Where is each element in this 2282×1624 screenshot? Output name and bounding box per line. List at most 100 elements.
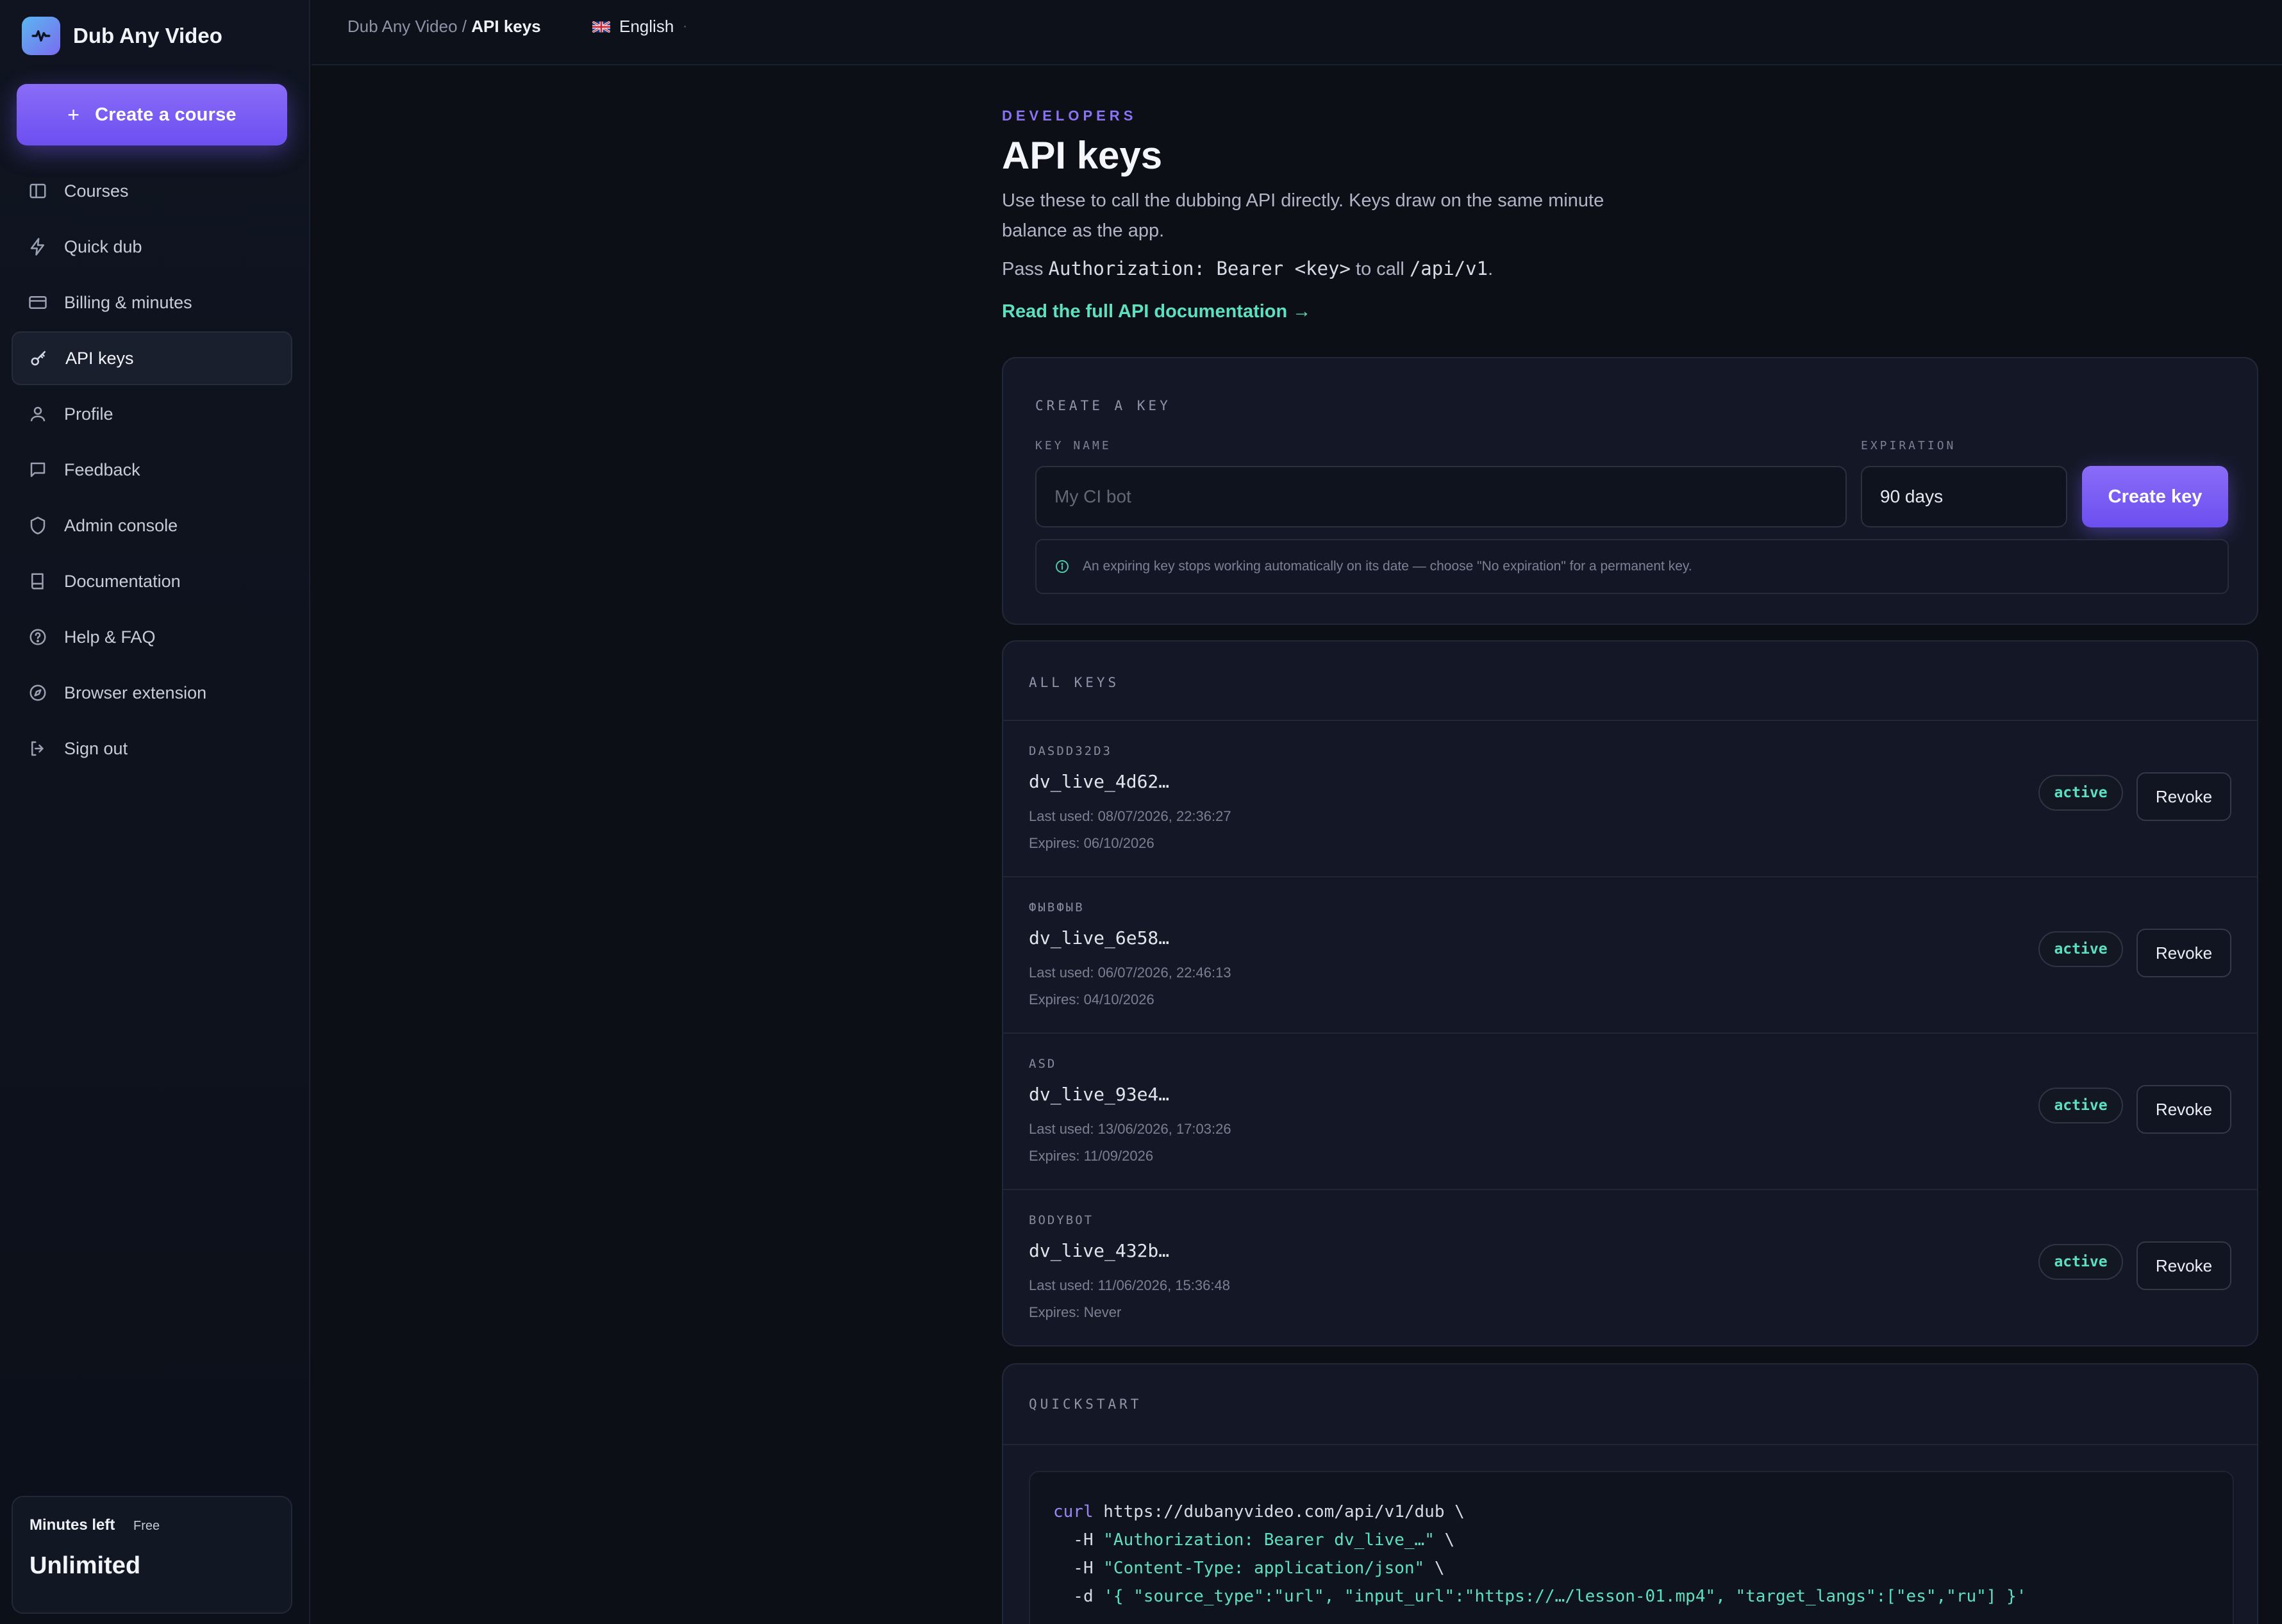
expiration-label: EXPIRATION <box>1861 439 1956 452</box>
key-prefix: dv_live_432b… <box>1029 1240 1170 1261</box>
expiration-select[interactable]: 90 days <box>1861 466 2067 527</box>
api-key-row: DASDD32D3 dv_live_4d62… Last used: 08/07… <box>1003 721 2257 877</box>
key-name: DASDD32D3 <box>1029 744 1112 758</box>
sidebar-item-label: Quick dub <box>64 236 142 256</box>
status-badge: active <box>2038 775 2123 811</box>
columns-icon <box>29 183 46 199</box>
sidebar-item-billing[interactable]: Billing & minutes <box>12 276 292 329</box>
sidebar-item-help[interactable]: Help & FAQ <box>12 610 292 664</box>
create-course-button[interactable]: + Create a course <box>17 84 287 145</box>
sidebar-item-label: Billing & minutes <box>64 292 192 312</box>
language-label: English <box>619 17 674 36</box>
sidebar-item-label: Profile <box>64 404 113 424</box>
pass-prefix: Pass <box>1002 259 1044 279</box>
shield-icon <box>30 517 46 534</box>
breadcrumb-root[interactable]: Dub Any Video <box>347 17 458 36</box>
sidebar-item-api-keys[interactable]: API keys <box>12 331 292 385</box>
key-name: ФЫВФЫВ <box>1029 900 1085 915</box>
pass-suffix: . <box>1488 259 1494 279</box>
api-key-row: ASD dv_live_93e4… Last used: 13/06/2026,… <box>1003 1034 2257 1190</box>
lightning-icon <box>30 238 44 256</box>
info-icon <box>1056 560 1069 573</box>
sidebar-item-label: Sign out <box>64 738 128 758</box>
code-text: https://dubanyvideo.com/api/v1/dub \ <box>1093 1502 1465 1521</box>
code-text: \ <box>1424 1559 1445 1578</box>
hint-text: An expiring key stops working automatica… <box>1083 559 1692 574</box>
plan-badge: Free <box>133 1519 160 1533</box>
language-selector[interactable]: English · <box>592 17 687 37</box>
quickstart-card: QUICKSTART curl https://dubanyvideo.com/… <box>1002 1363 2258 1624</box>
key-name: ASD <box>1029 1057 1057 1071</box>
code-text: -H <box>1053 1530 1104 1550</box>
sidebar-item-sign-out[interactable]: Sign out <box>12 722 292 775</box>
sidebar-nav: Courses Quick dub Billing & minutes API … <box>12 164 292 777</box>
compass-icon <box>29 684 46 701</box>
sidebar-item-courses[interactable]: Courses <box>12 164 292 218</box>
breadcrumb-current: API keys <box>471 17 541 36</box>
sidebar-item-label: Admin console <box>64 515 178 535</box>
breadcrumb-separator: / <box>462 17 467 36</box>
sidebar-item-feedback[interactable]: Feedback <box>12 443 292 497</box>
key-prefix: dv_live_4d62… <box>1029 771 1170 792</box>
revoke-button[interactable]: Revoke <box>2136 929 2231 977</box>
book-icon <box>31 573 44 590</box>
api-key-row: BODYBOT dv_live_432b… Last used: 11/06/2… <box>1003 1190 2257 1345</box>
sidebar-item-profile[interactable]: Profile <box>12 387 292 441</box>
code-string: "Content-Type: application/json" <box>1103 1559 1425 1578</box>
topbar: Dub Any Video / API keys English · <box>312 0 2282 65</box>
key-expires: Expires: 04/10/2026 <box>1029 991 1154 1007</box>
waveform-logo-icon <box>22 17 60 55</box>
key-last-used: Last used: 13/06/2026, 17:03:26 <box>1029 1121 1231 1137</box>
key-name-label: KEY NAME <box>1035 439 1112 452</box>
key-icon <box>31 351 46 366</box>
status-badge: active <box>2038 1244 2123 1280</box>
code-text: \ <box>1434 1530 1455 1550</box>
pass-middle: to call <box>1356 259 1404 279</box>
auth-header-code: Authorization: Bearer <key> <box>1048 258 1351 279</box>
brand-name: Dub Any Video <box>73 24 222 47</box>
brand[interactable]: Dub Any Video <box>22 17 222 55</box>
key-expires: Expires: 06/10/2026 <box>1029 835 1154 851</box>
key-last-used: Last used: 08/07/2026, 22:36:27 <box>1029 808 1231 824</box>
key-expires: Expires: Never <box>1029 1304 1122 1320</box>
create-course-label: Create a course <box>95 104 237 125</box>
key-last-used: Last used: 06/07/2026, 22:46:13 <box>1029 965 1231 981</box>
sidebar-item-admin-console[interactable]: Admin console <box>12 499 292 552</box>
uk-flag-icon <box>592 21 610 33</box>
sidebar-item-label: Help & FAQ <box>64 627 156 647</box>
revoke-button[interactable]: Revoke <box>2136 772 2231 821</box>
page-eyebrow: DEVELOPERS <box>1002 108 1137 124</box>
user-icon <box>30 406 46 422</box>
minutes-label: Minutes left <box>29 1516 115 1534</box>
divider <box>1003 1444 2257 1445</box>
key-expires: Expires: 11/09/2026 <box>1029 1148 1154 1164</box>
revoke-button[interactable]: Revoke <box>2136 1241 2231 1290</box>
code-text: -H <box>1053 1559 1104 1578</box>
curl-code-block[interactable]: curl https://dubanyvideo.com/api/v1/dub … <box>1029 1471 2234 1624</box>
sidebar-item-label: Feedback <box>64 460 140 479</box>
plus-icon: + <box>67 103 80 126</box>
create-key-heading: CREATE A KEY <box>1035 398 1171 413</box>
auth-instructions: Pass Authorization: Bearer <key> to call… <box>1002 258 1493 280</box>
sidebar-item-label: API keys <box>65 348 134 368</box>
all-keys-heading: ALL KEYS <box>1029 675 1120 690</box>
sidebar-item-documentation[interactable]: Documentation <box>12 554 292 608</box>
breadcrumb: Dub Any Video / API keys <box>347 17 541 37</box>
api-docs-link[interactable]: Read the full API documentation → <box>1002 301 1311 322</box>
message-icon <box>30 462 46 477</box>
credit-card-icon <box>29 296 47 309</box>
expiration-hint: An expiring key stops working automatica… <box>1035 539 2229 594</box>
minutes-panel: Minutes left Free Unlimited <box>12 1496 292 1614</box>
help-circle-icon <box>29 629 46 645</box>
key-last-used: Last used: 11/06/2026, 15:36:48 <box>1029 1277 1230 1293</box>
all-keys-card: ALL KEYS DASDD32D3 dv_live_4d62… Last us… <box>1002 640 2258 1346</box>
code-text: -d <box>1053 1587 1104 1606</box>
create-key-button[interactable]: Create key <box>2082 466 2228 527</box>
endpoint-code: /api/v1 <box>1409 258 1488 279</box>
revoke-button[interactable]: Revoke <box>2136 1085 2231 1134</box>
key-name-input[interactable]: My CI bot <box>1035 466 1847 527</box>
page-description: Use these to call the dubbing API direct… <box>1002 190 1604 241</box>
quickstart-heading: QUICKSTART <box>1029 1396 1142 1412</box>
sidebar-item-quick-dub[interactable]: Quick dub <box>12 220 292 274</box>
sidebar-item-browser-extension[interactable]: Browser extension <box>12 666 292 720</box>
